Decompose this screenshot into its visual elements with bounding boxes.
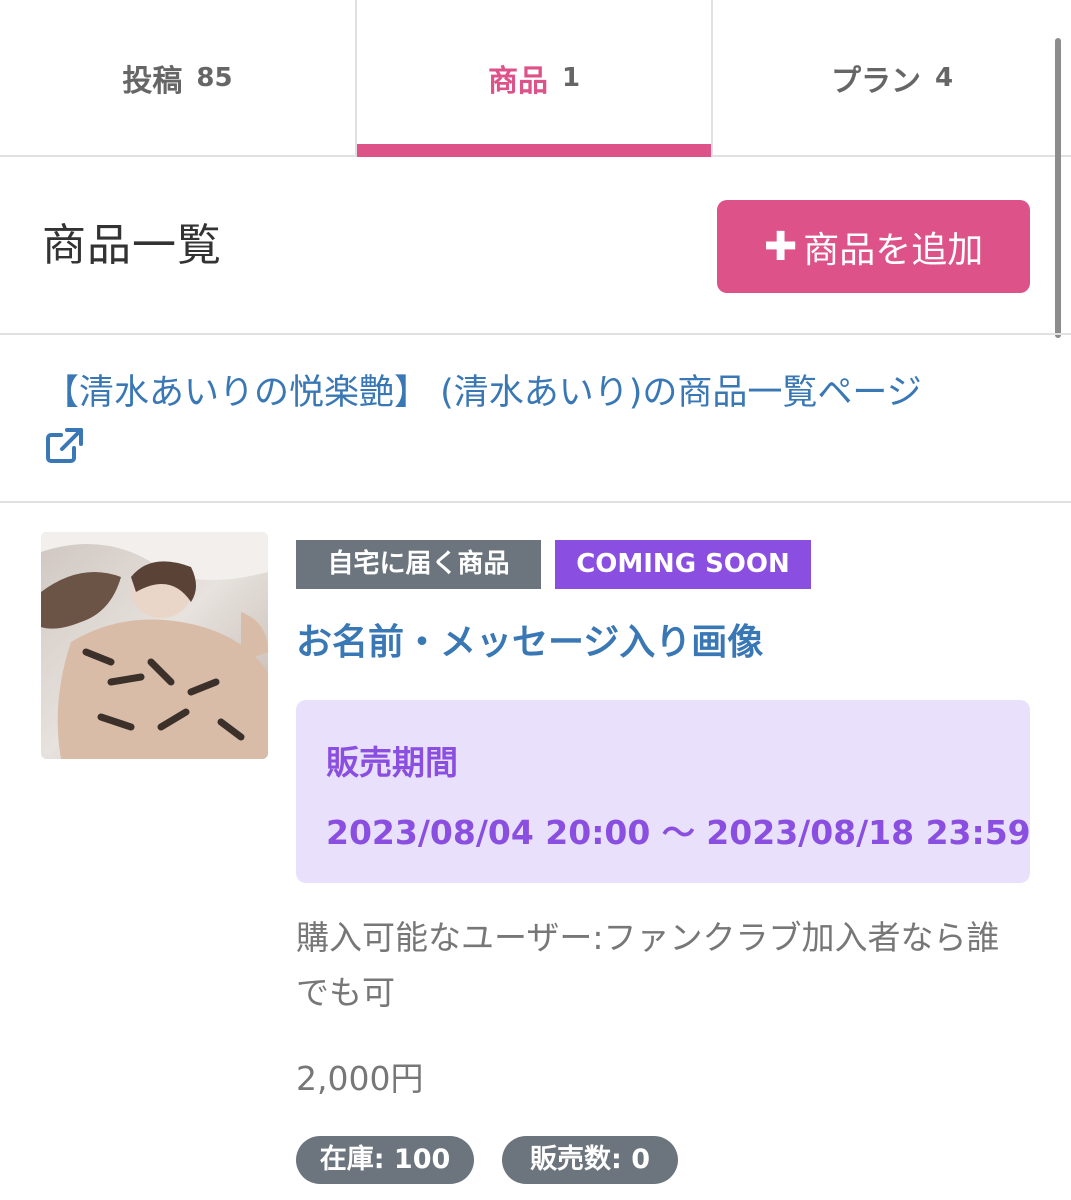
add-product-button[interactable]: ✚ 商品を追加 — [717, 200, 1030, 293]
tab-posts[interactable]: 投稿 85 — [0, 0, 355, 155]
sales-period-box: 販売期間 2023/08/04 20:00 〜 2023/08/18 23:59 — [296, 700, 1031, 883]
product-name-link[interactable]: お名前・メッセージ入り画像 — [296, 613, 763, 665]
sold-count-badge: 販売数: 0 — [502, 1136, 678, 1184]
add-product-label: 商品を追加 — [803, 229, 984, 271]
tab-plans-label: プラン — [830, 63, 921, 99]
active-tab-indicator — [357, 144, 711, 157]
products-header: 商品一覧 ✚ 商品を追加 — [0, 157, 1071, 335]
shop-link-section: 【清水あいりの悦楽艶】 (清水あいり)の商品一覧ページ — [0, 335, 1071, 503]
stock-badge: 在庫: 100 — [296, 1136, 474, 1184]
sales-period-label: 販売期間 — [326, 743, 458, 782]
sales-period-range: 2023/08/04 20:00 〜 2023/08/18 23:59 — [326, 813, 1031, 852]
tab-plans[interactable]: プラン 4 — [713, 0, 1071, 155]
tab-posts-label: 投稿 — [122, 63, 183, 99]
product-thumbnail[interactable] — [41, 532, 268, 759]
external-link-icon[interactable] — [45, 427, 85, 463]
eligible-buyers-text: 購入可能なユーザー:ファンクラブ加入者なら誰でも可 — [296, 918, 1000, 1012]
shop-products-link[interactable]: 【清水あいりの悦楽艶】 (清水あいり)の商品一覧ページ — [44, 365, 1034, 421]
product-photo — [41, 532, 268, 759]
tab-products-label: 商品 — [487, 63, 548, 99]
coming-soon-badge: COMING SOON — [555, 540, 811, 589]
tab-products[interactable]: 商品 1 — [355, 0, 713, 157]
tab-plans-count: 4 — [934, 62, 954, 93]
home-delivery-badge: 自宅に届く商品 — [296, 540, 541, 589]
product-price: 2,000円 — [296, 1059, 424, 1098]
plus-icon: ✚ — [763, 223, 798, 270]
tab-products-count: 1 — [561, 62, 581, 93]
page-title: 商品一覧 — [42, 220, 222, 271]
tab-posts-count: 85 — [196, 62, 233, 93]
tab-bar: 投稿 85 商品 1 プラン 4 — [0, 0, 1071, 157]
